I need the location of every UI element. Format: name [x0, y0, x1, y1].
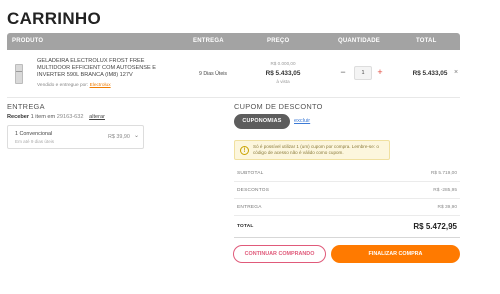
summary-total-row: TOTAL R$ 5.472,95	[234, 216, 460, 238]
quantity-input[interactable]: 1	[354, 66, 372, 80]
price-payment-note: à vista	[276, 79, 290, 84]
seller-info: Vendido e entregue por: Electrolux	[37, 83, 111, 88]
receive-items: 1 item em	[30, 114, 56, 120]
chevron-down-icon: ⌄	[134, 133, 140, 139]
header-product: PRODUTO	[12, 38, 44, 44]
header-price: PREÇO	[267, 38, 290, 44]
seller-prefix: Vendido e entregue por:	[37, 83, 89, 88]
fridge-door-divider	[16, 71, 22, 72]
shipping-option-eta: Em até 9 dias úteis	[15, 139, 55, 144]
finish-purchase-button[interactable]: FINALIZAR COMPRA	[331, 245, 460, 263]
receive-label: Receber	[7, 114, 30, 120]
summary-discounts-row: DESCONTOS R$ -285,95	[234, 182, 460, 199]
header-quantity: QUANTIDADE	[338, 38, 380, 44]
cart-table-header: PRODUTO ENTREGA PREÇO QUANTIDADE TOTAL	[7, 33, 460, 50]
order-summary: SUBTOTAL R$ 5.719,00 DESCONTOS R$ -285,9…	[234, 165, 460, 238]
continue-shopping-button[interactable]: CONTINUAR COMPRANDO	[233, 245, 326, 263]
remove-item-close-icon[interactable]: ×	[454, 69, 458, 76]
delivery-label: ENTREGA	[237, 205, 262, 210]
coupon-remove-link[interactable]: excluir	[294, 118, 310, 124]
product-name[interactable]: GELADEIRA ELECTROLUX FROST FREE MULTIDOO…	[37, 58, 177, 79]
delivery-value: R$ 39,90	[437, 205, 457, 210]
receive-info: Receber 1 item em 29163-632 alterar	[7, 114, 105, 120]
total-label: TOTAL	[237, 224, 254, 229]
fridge-icon	[15, 64, 23, 84]
subtotal-value: R$ 5.719,00	[430, 171, 457, 176]
warning-text: Só é possível utilizar 1 (um) cupom por …	[253, 144, 379, 156]
quantity-increase-button[interactable]: +	[376, 68, 384, 77]
coupon-warning: ! Só é possível utilizar 1 (um) cupom po…	[234, 140, 390, 160]
discounts-value: R$ -285,95	[433, 188, 457, 193]
quantity-decrease-button[interactable]: −	[339, 68, 347, 77]
delivery-time: 9 Dias Úteis	[199, 71, 227, 77]
page-title: CARRINHO	[7, 9, 102, 28]
shipping-title: ENTREGA	[7, 102, 45, 111]
coupon-title: CUPOM DE DESCONTO	[234, 102, 323, 111]
item-total: R$ 5.433,05	[412, 70, 448, 77]
shipping-option-price: R$ 39,90	[108, 134, 130, 140]
subtotal-label: SUBTOTAL	[237, 171, 264, 176]
shipping-option-select[interactable]: 1 Convencional Em até 9 dias úteis R$ 39…	[7, 125, 144, 149]
change-cep-link[interactable]: alterar	[89, 114, 105, 120]
shipping-option-name: 1 Convencional	[15, 131, 53, 137]
warning-icon: !	[240, 146, 249, 155]
header-delivery: ENTREGA	[193, 38, 224, 44]
receive-cep: 29163-632	[56, 114, 84, 120]
unit-price: R$ 5.433,05	[265, 70, 301, 77]
summary-subtotal-row: SUBTOTAL R$ 5.719,00	[234, 165, 460, 182]
discounts-label: DESCONTOS	[237, 188, 270, 193]
coupon-button[interactable]: CUPONOMIAS	[234, 114, 290, 129]
seller-link[interactable]: Electrolux	[90, 83, 111, 88]
total-value: R$ 5.472,95	[413, 222, 457, 231]
product-thumbnail[interactable]	[15, 64, 23, 84]
cart-item-row: GELADEIRA ELECTROLUX FROST FREE MULTIDOO…	[7, 50, 460, 98]
header-total: TOTAL	[416, 38, 437, 44]
summary-delivery-row: ENTREGA R$ 39,90	[234, 199, 460, 216]
price-original: R$ 0.000,00	[270, 61, 296, 66]
